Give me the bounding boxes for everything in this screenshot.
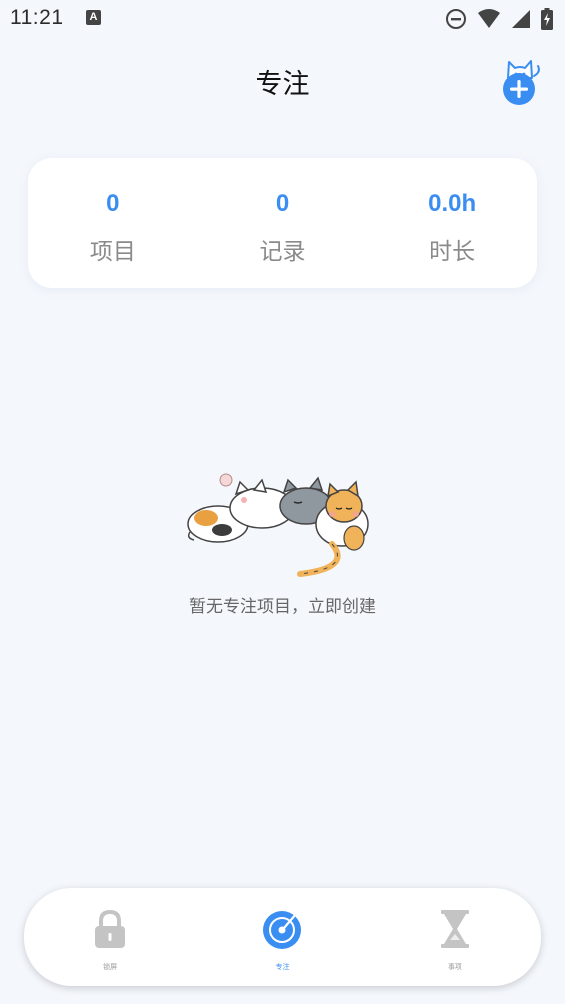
nav-label: 锁屏	[103, 963, 118, 971]
stat-label: 时长	[429, 239, 476, 265]
stat-label: 项目	[89, 239, 136, 265]
page-title: 专注	[255, 69, 310, 100]
empty-state-message: 暂无专注项目，立即创建	[189, 597, 376, 617]
bottom-nav: 锁屏 专注 事项	[24, 888, 541, 986]
do-not-disturb-icon	[446, 9, 466, 29]
sleeping-cats-illustration	[182, 468, 382, 580]
stat-value: 0	[275, 190, 290, 217]
stat-duration: 0.0h 时长	[367, 158, 537, 288]
lock-icon	[95, 909, 126, 948]
status-icons	[445, 7, 553, 31]
a-letter-icon: A	[86, 10, 101, 25]
focus-icon	[263, 911, 302, 949]
stat-value: 0.0h	[428, 190, 477, 217]
stats-card: 0 项目 0 记录 0.0h 时长	[28, 158, 537, 288]
nav-item-lock-screen[interactable]: 锁屏	[24, 888, 196, 986]
stat-label: 记录	[259, 239, 306, 265]
wifi-icon	[478, 9, 500, 28]
nav-label: 事项	[447, 963, 462, 971]
nav-item-tasks[interactable]: 事项	[369, 888, 541, 986]
add-project-button[interactable]	[498, 56, 544, 106]
cell-signal-icon	[512, 10, 530, 28]
status-bar: 11:21 A	[0, 0, 565, 38]
stat-value: 0	[106, 190, 120, 217]
hourglass-icon	[440, 910, 469, 948]
status-time: 11:21	[10, 6, 64, 29]
stat-records: 0 记录	[198, 158, 368, 288]
cat-plus-icon	[503, 60, 540, 105]
stat-projects: 0 项目	[28, 158, 198, 288]
nav-label: 专注	[275, 963, 290, 971]
battery-charging-icon	[541, 8, 553, 30]
nav-item-focus[interactable]: 专注	[196, 888, 368, 986]
